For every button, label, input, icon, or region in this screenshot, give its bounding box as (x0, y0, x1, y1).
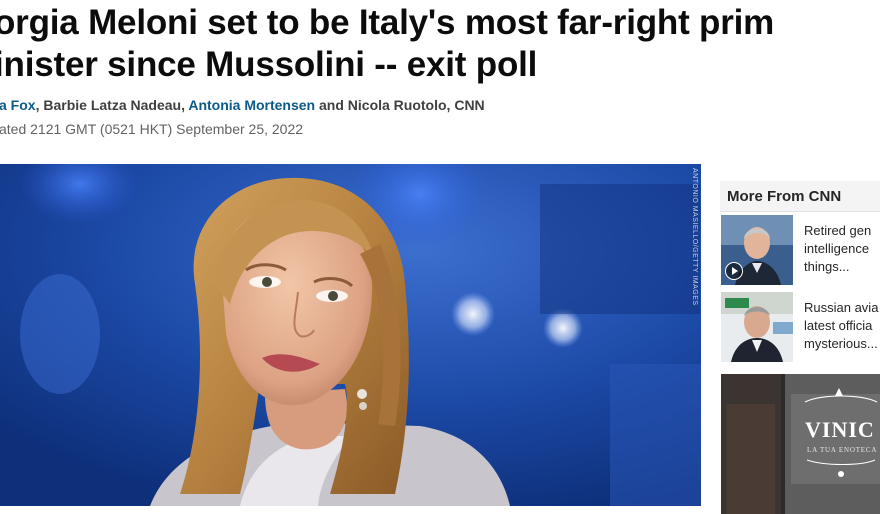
byline-text-1: , Barbie Latza Nadeau, (35, 97, 189, 113)
ad-brand: VINIC (805, 417, 875, 442)
headline-line-2: inister since Mussolini -- exit poll (0, 45, 538, 84)
byline-text-2: and Nicola Ruotolo, CNN (315, 97, 485, 113)
hero-image[interactable]: ANTONIO MASIELLO/GETTY IMAGES (0, 164, 701, 506)
story-thumbnail (721, 215, 793, 285)
sidebar-title: More From CNN (727, 188, 842, 205)
ad-background (721, 374, 880, 514)
story-headline-line: latest officia (804, 318, 873, 333)
hero-photo (0, 164, 701, 506)
story-headline-line: Russian avia (804, 300, 879, 315)
author-link-antonia-mortensen[interactable]: Antonia Mortensen (188, 97, 315, 113)
byline: a Fox, Barbie Latza Nadeau, Antonia Mort… (0, 97, 485, 113)
more-from-cnn-sidebar: More From CNN Retired gen intelligence t… (720, 181, 880, 514)
story-headline-line: mysterious... (804, 336, 878, 351)
sidebar-ad[interactable]: VINIC LA TUA ENOTECA (721, 374, 880, 514)
story-thumbnail (721, 292, 793, 362)
sidebar-header: More From CNN (720, 181, 880, 212)
story-headline-line: intelligence (804, 241, 870, 256)
play-icon[interactable] (725, 262, 743, 280)
story-headline-line: things... (804, 259, 850, 274)
story-headline[interactable]: Russian avia latest officia mysterious..… (804, 299, 880, 353)
sidebar-story-2[interactable]: Russian avia latest officia mysterious..… (720, 292, 880, 364)
ad-tagline: LA TUA ENOTECA (807, 446, 878, 454)
updated-timestamp: ated 2121 GMT (0521 HKT) September 25, 2… (0, 121, 304, 137)
photo-credit: ANTONIO MASIELLO/GETTY IMAGES (691, 168, 698, 306)
story-headline-line: Retired gen (804, 223, 872, 238)
story-headline[interactable]: Retired gen intelligence things... (804, 222, 880, 276)
author-link-1[interactable]: a Fox (0, 97, 36, 113)
headline-line-1: orgia Meloni set to be Italy's most far-… (0, 3, 775, 42)
article-headline: orgia Meloni set to be Italy's most far-… (0, 2, 880, 86)
sidebar-story-1[interactable]: Retired gen intelligence things... (720, 215, 880, 287)
